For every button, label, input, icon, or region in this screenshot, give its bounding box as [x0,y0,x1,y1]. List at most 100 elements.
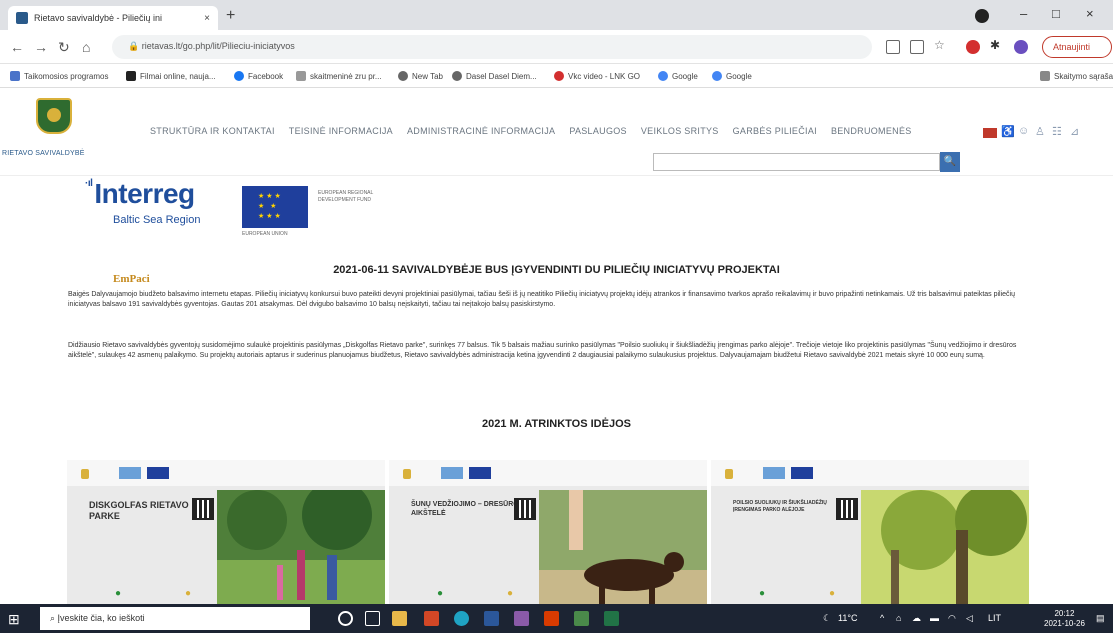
bookmark-item[interactable]: New Tab [398,71,443,81]
close-window-button[interactable]: × [1086,6,1094,21]
site-header: RIETAVO SAVIVALDYBĖ STRUKTŪRA IR KONTAKT… [0,88,1113,176]
cortana-icon[interactable] [338,611,353,626]
cloud-icon[interactable]: ☁ [912,613,921,624]
bookmark-item[interactable]: Facebook [234,71,283,81]
app-icon[interactable] [514,611,529,626]
network-icon[interactable]: ⌂ [896,613,901,623]
qr-code-icon [514,498,536,520]
maximize-button[interactable]: □ [1052,6,1060,21]
reload-icon[interactable]: ↻ [58,39,70,56]
search-icon: ⌕ [50,613,58,623]
eu-label: EUROPEAN UNION [242,231,288,237]
bookmark-item[interactable]: Dasel Dasel Diem... [452,71,537,81]
card-photo [539,490,707,608]
reading-list-icon [1040,71,1050,81]
play-icon [554,71,564,81]
url-text: rietavas.lt/go.php/lit/Pilieciu-iniciaty… [141,41,295,51]
municipality-logo-icon [725,469,733,479]
reading-list[interactable]: Skaitymo sąrašas [1040,71,1113,81]
taskbar-search-input[interactable]: ⌕ Įveskite čia, ko ieškoti [40,607,310,630]
menu-item-garbes[interactable]: GARBĖS PILIEČIAI [733,126,817,136]
idea-card-diskgolfas[interactable]: DISKGOLFAS RIETAVO PARKE ● ● [67,460,385,608]
url-input[interactable]: 🔒 rietavas.lt/go.php/lit/Pilieciu-inicia… [112,35,872,59]
bookmark-item[interactable]: Taikomosios programos [10,71,108,81]
edge-icon[interactable] [454,611,469,626]
idea-card-sunu[interactable]: ŠUNŲ VEDŽIOJIMO – DRESŪROS AIKŠTELĖ ● ● [389,460,707,608]
bookmark-item[interactable]: Google [712,71,752,81]
menu-item-teisine[interactable]: TEISINĖ INFORMACIJA [289,126,393,136]
wifi-icon[interactable]: ◠ [948,613,956,624]
interreg-logo: ·ılInterreg [85,178,195,209]
volume-icon[interactable]: ◁ [966,613,973,624]
interreg-mini-logo [441,467,463,479]
eu-mini-flag-icon [147,467,169,479]
accessibility-icon[interactable]: ♿ [1001,125,1015,138]
chrome-icon[interactable] [574,611,589,626]
sitemap-icon[interactable]: ☷ [1052,125,1062,138]
sign-language-icon[interactable]: ☺ [1018,125,1029,137]
avatar[interactable] [1014,40,1028,54]
windows-start-icon[interactable]: ⊞ [8,611,20,628]
globe-icon [452,71,462,81]
back-arrow-icon[interactable]: ← [10,39,24,55]
translate-icon[interactable] [910,40,924,54]
browser-tab[interactable]: Rietavo savivaldybė - Piliečių ini × [8,6,218,30]
bookmark-item[interactable]: Google [658,71,698,81]
cast-icon[interactable] [886,40,900,54]
notifications-icon[interactable]: ▤ [1096,613,1105,624]
bookmark-item[interactable]: skaitmeninė zru pr... [296,71,382,81]
municipality-logo-icon [81,469,89,479]
language-indicator[interactable]: LIT [988,613,1001,623]
word-icon[interactable] [484,611,499,626]
bookmark-item[interactable]: Vkc video - LNK GO [554,71,640,81]
update-button[interactable]: Atnaujinti [1042,36,1112,58]
star-icon[interactable]: ☆ [934,38,948,52]
bookmark-item[interactable]: Filmai online, nauja... [126,71,216,81]
powerpoint-icon[interactable] [424,611,439,626]
eu-mini-flag-icon [791,467,813,479]
file-explorer-icon[interactable] [392,611,407,626]
menu-item-administracine[interactable]: ADMINISTRACINĖ INFORMACIJA [407,126,555,136]
qr-code-icon [836,498,858,520]
site-search-input[interactable] [653,153,940,171]
card-title: ŠUNŲ VEDŽIOJIMO – DRESŪROS AIKŠTELĖ [411,501,524,517]
idea-card-poilsio[interactable]: POILSIO SUOLIUKŲ IR ŠIUKŠLIADĖŽIŲ ĮRENGI… [711,460,1029,608]
eu-mini-flag-icon [469,467,491,479]
battery-icon[interactable]: ▬ [930,613,939,623]
home-icon[interactable]: ⌂ [82,39,90,55]
minimize-button[interactable]: – [1020,6,1027,21]
menu-item-veiklos[interactable]: VEIKLOS SRITYS [641,126,719,136]
google-icon [658,71,668,81]
menu-item-paslaugos[interactable]: PASLAUGOS [569,126,627,136]
location-pin-icon: ● [437,588,444,599]
menu-item-struktura[interactable]: STRUKTŪRA IR KONTAKTAI [150,126,275,136]
excel-icon[interactable] [604,611,619,626]
film-icon [126,71,136,81]
card-title: POILSIO SUOLIUKŲ IR ŠIUKŠLIADĖŽIŲ ĮRENGI… [733,500,827,513]
money-bag-icon: ● [829,588,836,599]
uk-flag-icon[interactable] [983,128,997,138]
menu-item-bendruomenes[interactable]: BENDRUOMENĖS [831,126,912,136]
extensions-puzzle-icon[interactable]: ✱ [990,38,1004,52]
weather-temp[interactable]: 11°C [838,613,857,623]
easy-read-icon[interactable]: ♙ [1035,125,1045,138]
new-tab-button[interactable]: + [226,7,235,25]
site-brand[interactable]: RIETAVO SAVIVALDYBĖ [2,150,85,157]
tray-chevron-icon[interactable]: ^ [880,613,884,623]
task-view-icon[interactable] [365,611,380,626]
apps-grid-icon [10,71,20,81]
google-icon [712,71,722,81]
forward-arrow-icon[interactable]: → [34,39,48,55]
section-title: 2021 M. ATRINKTOS IDĖJOS [482,418,631,430]
office-icon[interactable] [544,611,559,626]
weather-icon[interactable]: ☾ [823,613,831,624]
opera-icon[interactable] [966,40,980,54]
rss-icon[interactable]: ⊿ [1070,125,1079,138]
tab-close-icon[interactable]: × [204,13,210,24]
taskbar-clock[interactable]: 20:12 2021-10-26 [1044,609,1085,629]
profile-dot-icon[interactable] [975,9,989,23]
windows-taskbar: ⊞ ⌕ Įveskite čia, ko ieškoti ☾ 11°C ^ ⌂ … [0,604,1113,633]
coat-of-arms-logo[interactable] [36,98,72,134]
search-button[interactable]: 🔍 [940,152,960,172]
eu-fund-label: EUROPEAN REGIONAL DEVELOPMENT FUND [318,190,374,203]
